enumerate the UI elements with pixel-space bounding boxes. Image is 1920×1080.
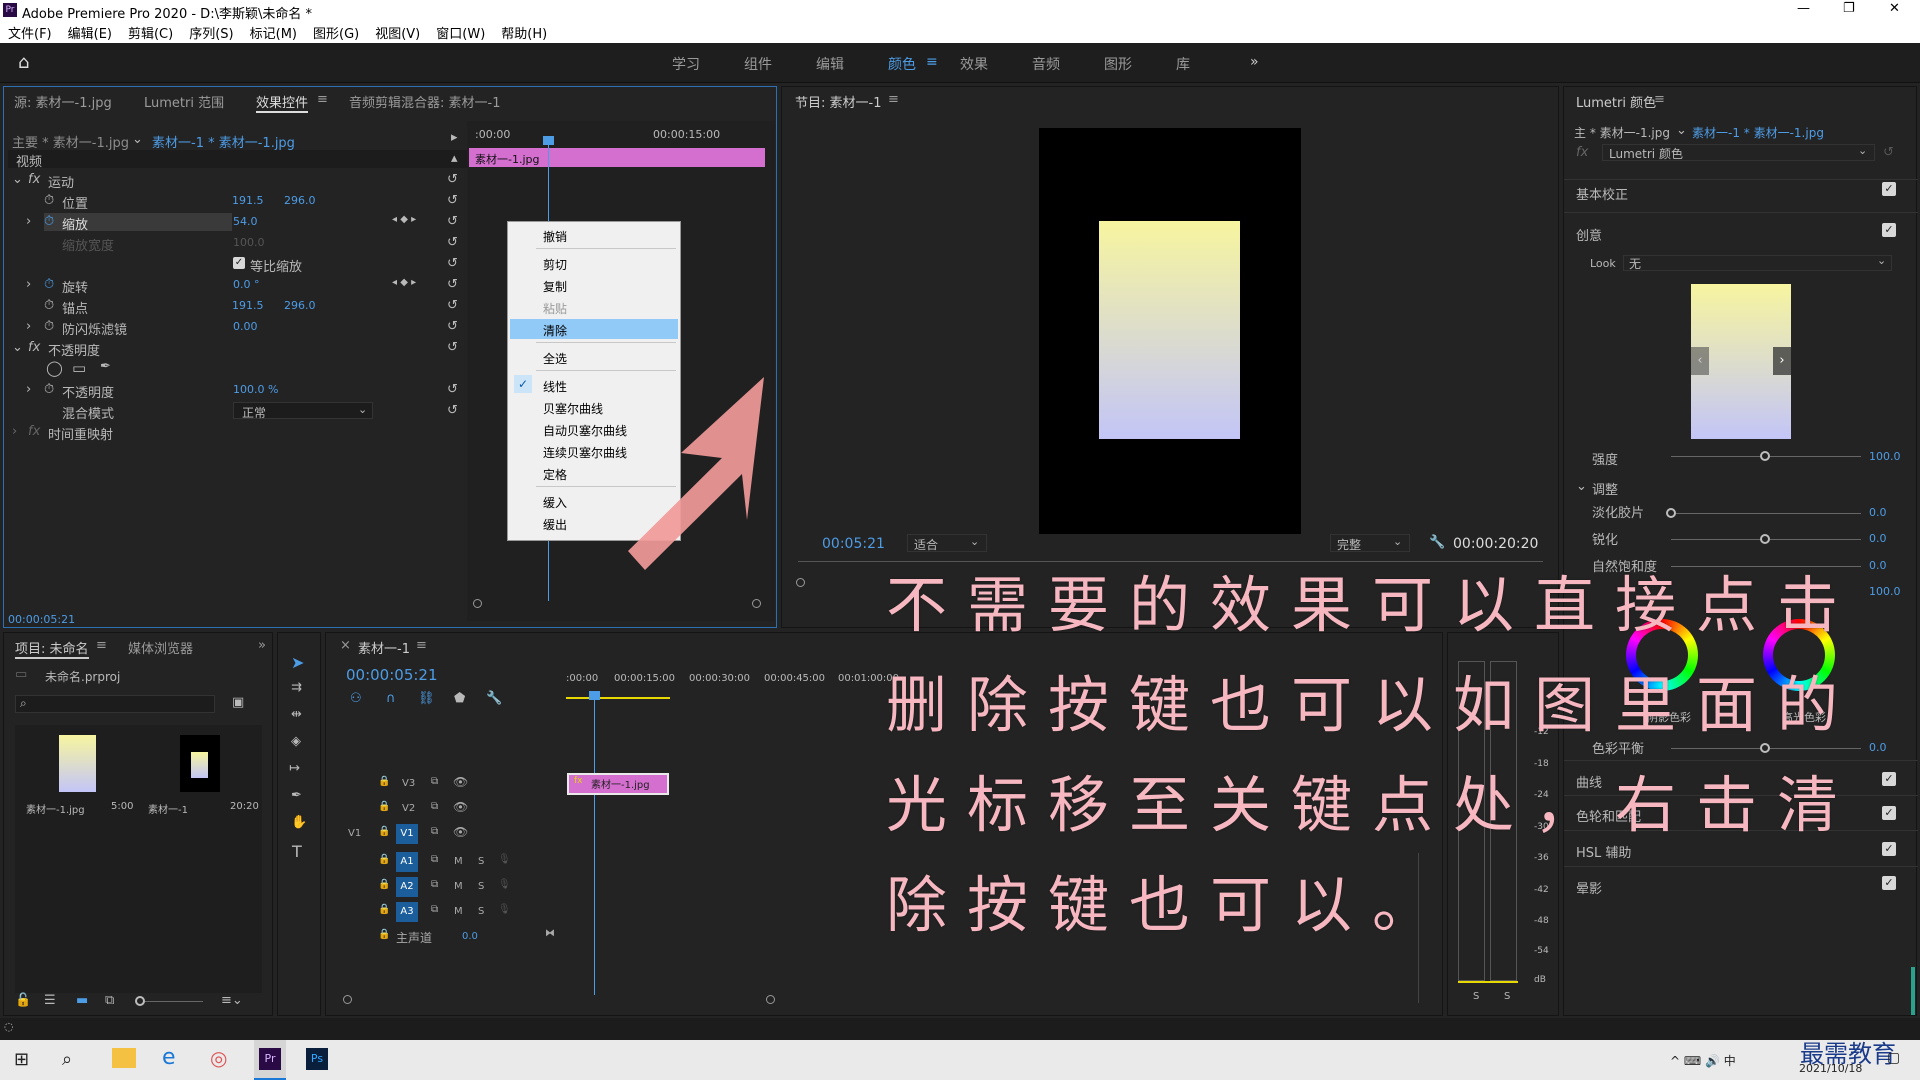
notification-icon[interactable]: ▢ bbox=[1887, 1050, 1900, 1066]
overlay-line-4: 除按键也可以。 bbox=[886, 870, 1454, 941]
windows-taskbar: ⊞ ⌕ e ◎ Pr Ps ^ ⌨ 🔊 中 最需教育 2021/10/18 ▢ bbox=[0, 1040, 1920, 1080]
photoshop-taskbar-icon[interactable]: Ps bbox=[306, 1048, 328, 1070]
annotation-arrow-shape bbox=[628, 377, 764, 570]
overlay-line-2: 删除按键也可以如图里面的 bbox=[886, 670, 1859, 741]
search-icon[interactable]: ⌕ bbox=[62, 1049, 72, 1070]
premiere-taskbar-icon[interactable]: Pr bbox=[254, 1040, 286, 1080]
start-icon[interactable]: ⊞ bbox=[14, 1049, 29, 1070]
overlay-line-1: 不需要的效果可以直接点击 bbox=[886, 570, 1859, 641]
premiere-taskbar-glyph: Pr bbox=[259, 1048, 281, 1070]
overlay-line-3: 光标移至关键点处，右击清 bbox=[886, 770, 1859, 841]
taskbar-date: 2021/10/18 bbox=[1799, 1062, 1863, 1075]
file-explorer-icon[interactable] bbox=[112, 1048, 136, 1068]
app-icon[interactable]: ◎ bbox=[210, 1046, 227, 1070]
edge-icon[interactable]: e bbox=[162, 1045, 176, 1070]
system-tray-icons[interactable]: ^ ⌨ 🔊 中 bbox=[1670, 1052, 1736, 1069]
